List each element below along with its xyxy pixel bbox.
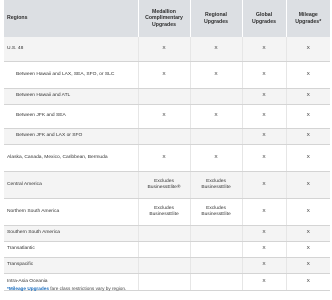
value-cell: X [241,37,286,62]
value-cell [189,273,242,291]
value-cell: X [241,273,286,291]
value-cell [137,128,190,145]
value-cell: X [241,104,286,129]
header-regions: Regions [4,0,139,37]
value-cell: X [241,241,286,258]
region-cell: Between Hawaii and ATL [4,88,138,105]
value-cell: X [285,241,330,258]
value-cell: Excludes BusinessElite [137,198,190,226]
header-row: Regions Medallion Complimentary Upgrades… [4,0,330,37]
upgrade-regions-table: Regions Medallion Complimentary Upgrades… [4,0,330,291]
table-row: Between Hawaii and LAX, SEA, SFO, or SLC… [4,61,330,89]
table-row: Between JFK and SEA X X X X [4,104,330,129]
value-cell: X [241,257,286,274]
region-cell: Alaska, Canada, Mexico, Caribbean, Bermu… [4,144,138,172]
region-cell: Between JFK and LAX or SFO [4,128,138,145]
table-row: Northern South America Excludes BusinessE… [4,198,330,226]
value-cell [189,241,242,258]
value-cell: X [285,61,330,89]
region-cell: U.S. 48 [4,37,138,62]
value-cell: X [285,198,330,226]
value-cell: X [241,128,286,145]
header-mileage-upgrades: Mileage Upgrades* [286,0,330,37]
table-row: Central America Excludes BusinessElite® Ex… [4,171,330,199]
region-cell: Between Hawaii and LAX, SEA, SFO, or SLC [4,61,138,89]
value-cell [137,88,190,105]
table-row: Southern South America X X [4,225,330,242]
value-cell: X [241,88,286,105]
table-row: Transpacific X X [4,257,330,274]
table-body: U.S. 48 X X X X Between Hawaii and LAX, SEA, … [4,37,330,291]
value-cell: X [241,171,286,199]
value-cell: X [285,104,330,129]
value-cell [189,88,242,105]
table-row: Alaska, Canada, Mexico, Caribbean, Bermu… [4,144,330,172]
table-row: Between Hawaii and ATL X X [4,88,330,105]
value-cell: X [137,61,190,89]
value-cell: X [137,37,190,62]
value-cell: Excludes BusinessElite [189,171,242,199]
value-cell: X [285,128,330,145]
value-cell [189,225,242,242]
value-cell [189,128,242,145]
value-cell: X [285,225,330,242]
upgrade-regions-page: Regions Medallion Complimentary Upgrades… [0,0,332,300]
table-row: Between JFK and LAX or SFO X X [4,128,330,145]
value-cell: X [241,144,286,172]
value-cell [137,241,190,258]
table-row: U.S. 48 X X X X [4,37,330,62]
value-cell: X [285,37,330,62]
value-cell: X [285,257,330,274]
region-cell: Northern South America [4,198,138,226]
value-cell: X [189,37,242,62]
value-cell: X [285,144,330,172]
region-cell: Central America [4,171,138,199]
header-global-upgrades: Global Upgrades [242,0,287,37]
value-cell [137,273,190,291]
table-row: Transatlantic X X [4,241,330,258]
value-cell: Excludes BusinessElite [189,198,242,226]
value-cell: X [137,144,190,172]
region-cell: Between JFK and SEA [4,104,138,129]
value-cell: Excludes BusinessElite® [137,171,190,199]
mileage-upgrades-link[interactable]: Mileage Upgrades [9,286,49,291]
footnote: *Mileage Upgrades fare class restriction… [7,286,126,291]
value-cell: X [285,171,330,199]
header-regional-upgrades: Regional Upgrades [190,0,243,37]
value-cell: X [241,225,286,242]
region-cell: Transpacific [4,257,138,274]
value-cell: X [285,273,330,291]
table-header: Regions Medallion Complimentary Upgrades… [4,0,330,37]
region-cell: Transatlantic [4,241,138,258]
value-cell: X [285,88,330,105]
value-cell [137,257,190,274]
footnote-text: fare class restrictions vary by region. [48,286,127,291]
value-cell: X [189,61,242,89]
value-cell: X [189,104,242,129]
value-cell: X [189,144,242,172]
value-cell [137,225,190,242]
value-cell: X [137,104,190,129]
region-cell: Southern South America [4,225,138,242]
value-cell: X [241,61,286,89]
value-cell: X [241,198,286,226]
value-cell [189,257,242,274]
header-medallion-complimentary-upgrades: Medallion Complimentary Upgrades [138,0,191,37]
